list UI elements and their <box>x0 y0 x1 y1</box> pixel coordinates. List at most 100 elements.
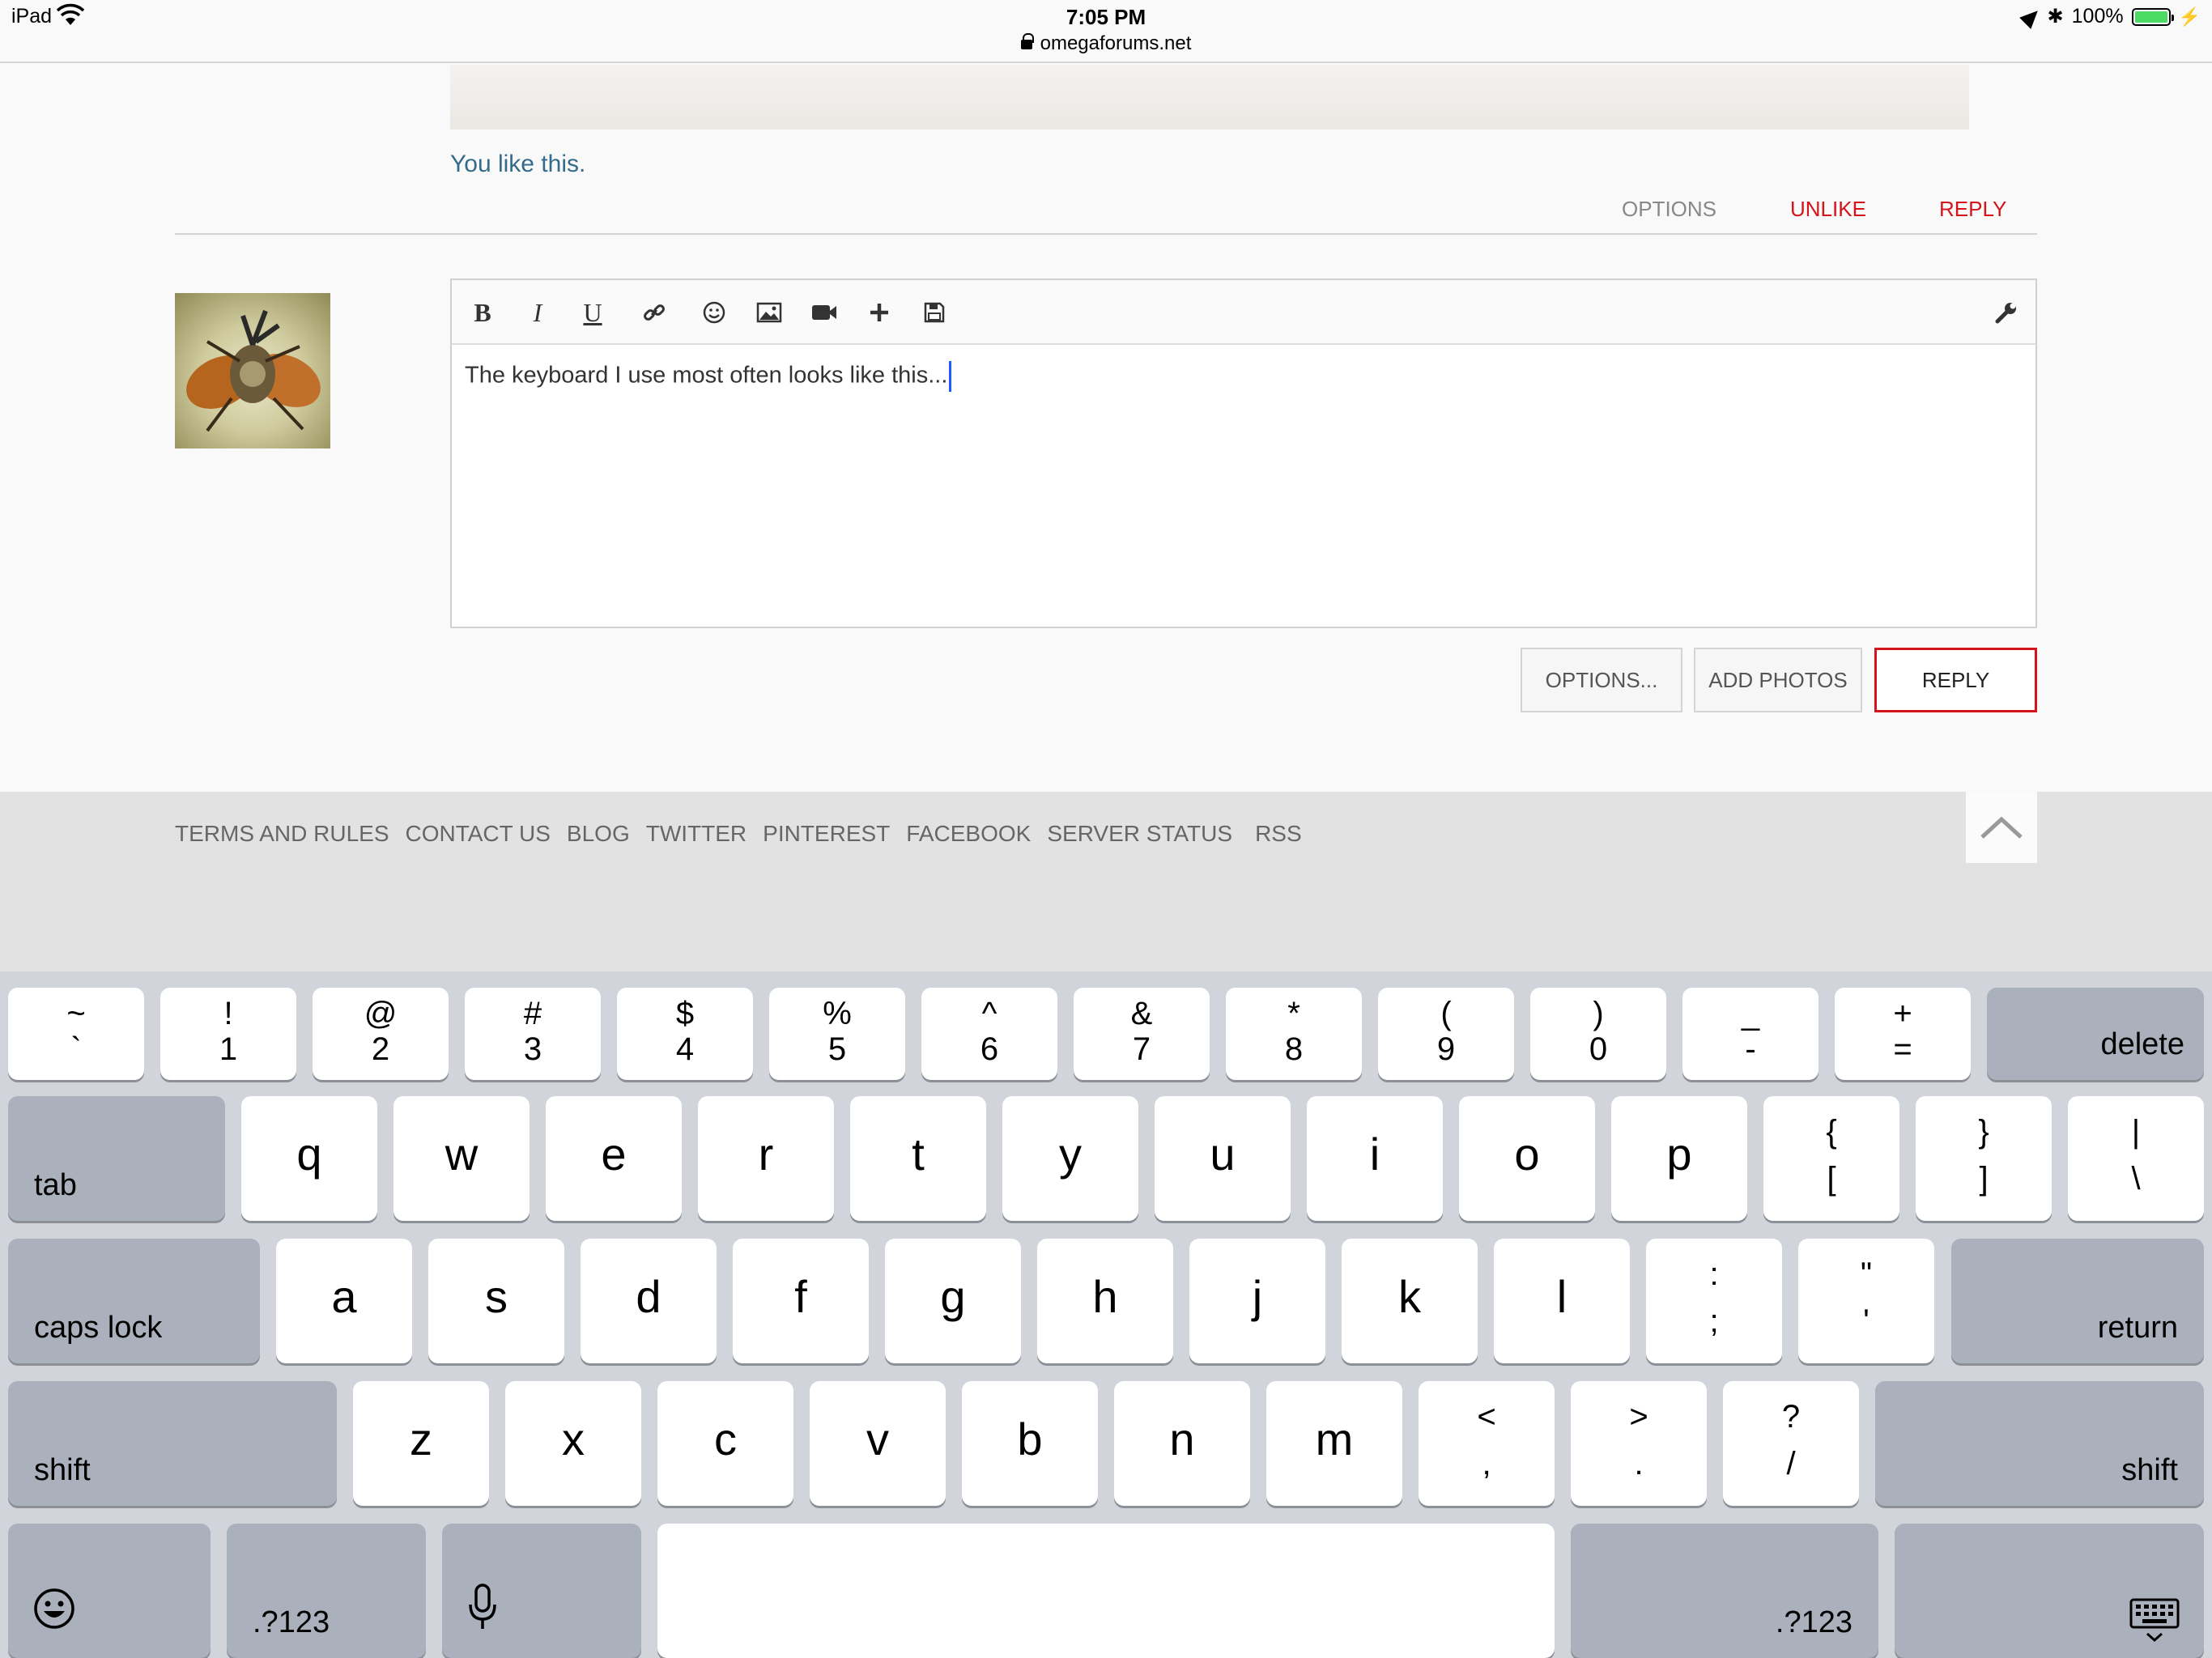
key-a[interactable]: a <box>276 1239 412 1363</box>
link-icon[interactable] <box>636 295 672 330</box>
key-b[interactable]: b <box>962 1381 1098 1506</box>
key-f[interactable]: f <box>733 1239 869 1363</box>
bold-icon[interactable]: B <box>465 295 500 330</box>
key-shift-label: & <box>1130 996 1153 1031</box>
footer-link-server-status[interactable]: SERVER STATUS <box>1047 821 1232 847</box>
options-button[interactable]: OPTIONS... <box>1521 648 1682 712</box>
key-label: m <box>1315 1414 1354 1465</box>
key-punct-z-1[interactable]: >. <box>1571 1381 1707 1506</box>
key-h[interactable]: h <box>1037 1239 1173 1363</box>
key-punct-z-0[interactable]: <, <box>1419 1381 1555 1506</box>
key-punct-q-0[interactable]: {[ <box>1763 1096 1899 1221</box>
key-r[interactable]: r <box>698 1096 834 1221</box>
footer-link-contact[interactable]: CONTACT US <box>406 821 551 847</box>
key-d[interactable]: d <box>581 1239 717 1363</box>
key-x[interactable]: x <box>505 1381 641 1506</box>
key-o[interactable]: o <box>1459 1096 1595 1221</box>
key-number-10[interactable]: ) 0 <box>1530 988 1666 1080</box>
key-number-9[interactable]: (9 <box>1378 988 1514 1080</box>
key-w[interactable]: w <box>393 1096 530 1221</box>
hide-keyboard-key[interactable] <box>1895 1524 2204 1658</box>
key-u[interactable]: u <box>1155 1096 1291 1221</box>
underline-icon[interactable]: U <box>575 295 610 330</box>
post-reply-link[interactable]: REPLY <box>1939 197 2006 223</box>
numbers-left-key[interactable]: .?123 <box>227 1524 426 1658</box>
footer-link-pinterest[interactable]: PINTEREST <box>763 821 890 847</box>
post-options-link[interactable]: OPTIONS <box>1622 197 1716 223</box>
footer-link-rss[interactable]: RSS <box>1255 821 1302 847</box>
key-k[interactable]: k <box>1342 1239 1478 1363</box>
key-base-label: 7 <box>1132 1031 1151 1067</box>
key-shift-label: ~ <box>66 996 86 1031</box>
footer-link-terms[interactable]: TERMS AND RULES <box>175 821 389 847</box>
unlike-link[interactable]: UNLIKE <box>1790 197 1866 223</box>
reply-button[interactable]: REPLY <box>1874 648 2037 712</box>
numbers-right-key[interactable]: .?123 <box>1571 1524 1878 1658</box>
reply-editor[interactable]: B I U The keyboard I use most often look… <box>450 278 2037 628</box>
return-key[interactable]: return <box>1951 1239 2204 1363</box>
key-p[interactable]: p <box>1611 1096 1747 1221</box>
space-bar[interactable] <box>657 1524 1555 1658</box>
key-shift-label: " <box>1860 1256 1873 1292</box>
add-photos-button[interactable]: ADD PHOTOS <box>1694 648 1862 712</box>
plus-icon[interactable] <box>861 295 897 330</box>
key-number-2[interactable]: @2 <box>313 988 449 1080</box>
key-number-1[interactable]: ! 1 <box>160 988 296 1080</box>
key-number-7[interactable]: & 7 <box>1074 988 1210 1080</box>
shift-left-key[interactable]: shift <box>8 1381 337 1506</box>
key-t[interactable]: t <box>850 1096 986 1221</box>
likes-text[interactable]: You like this. <box>450 151 585 178</box>
avatar[interactable] <box>175 293 330 449</box>
wrench-icon[interactable] <box>1989 295 2024 330</box>
save-icon[interactable] <box>917 295 952 330</box>
editor-content[interactable]: The keyboard I use most often looks like… <box>465 361 952 392</box>
key-c[interactable]: c <box>657 1381 793 1506</box>
video-icon[interactable] <box>806 295 842 330</box>
key-number-6[interactable]: ^ 6 <box>921 988 1057 1080</box>
key-number-8[interactable]: * 8 <box>1226 988 1362 1080</box>
key-z[interactable]: z <box>353 1381 489 1506</box>
key-base-label: 2 <box>371 1031 390 1067</box>
back-to-top-button[interactable] <box>1966 792 2037 863</box>
delete-key[interactable]: delete <box>1987 988 2204 1080</box>
key-shift-label: ) <box>1593 996 1604 1031</box>
key-m[interactable]: m <box>1266 1381 1402 1506</box>
key-punct-a-1[interactable]: " ' <box>1798 1239 1934 1363</box>
italic-icon[interactable]: I <box>520 295 555 330</box>
dictation-key[interactable] <box>442 1524 641 1658</box>
emoji-key[interactable] <box>8 1524 211 1658</box>
key-e[interactable]: e <box>546 1096 682 1221</box>
key-number-3[interactable]: #3 <box>465 988 601 1080</box>
key-number-0[interactable]: ~ ` <box>8 988 144 1080</box>
caps-lock-key[interactable]: caps lock <box>8 1239 260 1363</box>
key-g[interactable]: g <box>885 1239 1021 1363</box>
footer-links: TERMS AND RULES CONTACT US BLOG TWITTER … <box>175 821 1302 847</box>
key-punct-a-0[interactable]: :; <box>1646 1239 1782 1363</box>
key-number-11[interactable]: _ - <box>1682 988 1819 1080</box>
key-n[interactable]: n <box>1114 1381 1250 1506</box>
key-i[interactable]: i <box>1307 1096 1443 1221</box>
key-l[interactable]: l <box>1494 1239 1630 1363</box>
key-shift-label: $ <box>675 996 695 1031</box>
image-icon[interactable] <box>751 295 787 330</box>
footer-link-facebook[interactable]: FACEBOOK <box>906 821 1031 847</box>
key-punct-z-2[interactable]: ? / <box>1723 1381 1859 1506</box>
footer-link-blog[interactable]: BLOG <box>567 821 630 847</box>
footer-link-twitter[interactable]: TWITTER <box>646 821 747 847</box>
address-bar[interactable]: omegaforums.net <box>0 32 2212 55</box>
key-number-4[interactable]: $4 <box>617 988 753 1080</box>
key-label: e <box>601 1129 627 1180</box>
key-q[interactable]: q <box>241 1096 377 1221</box>
key-s[interactable]: s <box>428 1239 564 1363</box>
key-j[interactable]: j <box>1189 1239 1325 1363</box>
key-number-12[interactable]: + = <box>1835 988 1971 1080</box>
smiley-icon[interactable] <box>696 295 732 330</box>
tab-key[interactable]: tab <box>8 1096 225 1221</box>
bluetooth-icon: ✱ <box>2047 6 2064 28</box>
key-number-5[interactable]: % 5 <box>769 988 905 1080</box>
key-punct-q-1[interactable]: }] <box>1916 1096 2052 1221</box>
key-v[interactable]: v <box>810 1381 946 1506</box>
shift-right-key[interactable]: shift <box>1875 1381 2204 1506</box>
key-punct-q-2[interactable]: | \ <box>2068 1096 2204 1221</box>
key-y[interactable]: y <box>1002 1096 1138 1221</box>
